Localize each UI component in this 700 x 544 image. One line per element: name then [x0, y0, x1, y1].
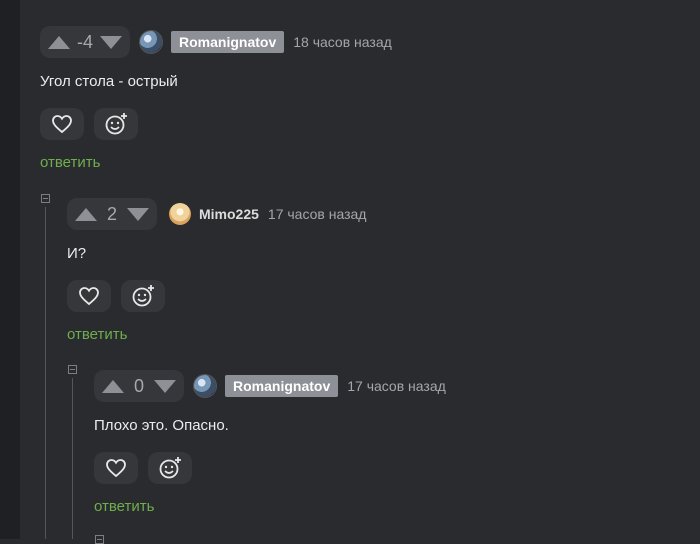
author-name[interactable]: Mimo225	[199, 206, 259, 222]
comment-time[interactable]: 17 часов назад	[268, 206, 367, 222]
heart-icon	[52, 115, 72, 134]
upvote-icon[interactable]	[75, 207, 97, 221]
comment-text: Угол стола - острый	[40, 73, 178, 90]
comment-header: 0 Romanignatov 17 часов назад	[94, 370, 684, 402]
comment-actions	[40, 108, 680, 140]
avatar[interactable]	[169, 203, 191, 225]
comment-time[interactable]: 18 часов назад	[293, 34, 392, 50]
avatar[interactable]	[140, 31, 162, 53]
avatar[interactable]	[194, 375, 216, 397]
comment-time[interactable]: 17 часов назад	[347, 378, 446, 394]
comment-2: 2 Mimo225 17 часов назад И? ответить	[67, 198, 677, 343]
collapse-icon[interactable]	[95, 535, 104, 544]
left-strip	[0, 0, 20, 539]
add-reaction-button[interactable]	[148, 452, 192, 484]
downvote-icon[interactable]	[127, 207, 149, 221]
vote-widget: -4	[40, 26, 130, 58]
emoji-add-icon	[132, 285, 154, 307]
downvote-icon[interactable]	[154, 379, 176, 393]
comment-header: -4 Romanignatov 18 часов назад	[40, 26, 680, 58]
comment-text: Плохо это. Опасно.	[94, 417, 229, 434]
like-button[interactable]	[94, 452, 138, 484]
upvote-icon[interactable]	[102, 379, 124, 393]
like-button[interactable]	[40, 108, 84, 140]
comment-1: -4 Romanignatov 18 часов назад Угол стол…	[40, 26, 680, 171]
reply-link[interactable]: ответить	[67, 326, 677, 343]
emoji-add-icon	[159, 457, 181, 479]
add-reaction-button[interactable]	[121, 280, 165, 312]
vote-widget: 2	[67, 198, 157, 230]
heart-icon	[106, 459, 126, 478]
vote-score: 0	[133, 375, 144, 396]
vote-widget: 0	[94, 370, 184, 402]
collapse-icon[interactable]	[41, 194, 50, 203]
author-name[interactable]: Romanignatov	[171, 31, 285, 53]
emoji-add-icon	[105, 113, 127, 135]
author-name[interactable]: Romanignatov	[225, 375, 339, 397]
comment-actions	[94, 452, 684, 484]
downvote-icon[interactable]	[100, 35, 122, 49]
collapse-icon[interactable]	[68, 365, 77, 374]
comment-actions	[67, 280, 677, 312]
thread-line[interactable]	[72, 378, 73, 539]
reply-link[interactable]: ответить	[94, 498, 684, 515]
add-reaction-button[interactable]	[94, 108, 138, 140]
upvote-icon[interactable]	[48, 35, 70, 49]
vote-score: 2	[106, 203, 117, 224]
comment-text: И?	[67, 245, 87, 262]
reply-link[interactable]: ответить	[40, 154, 680, 171]
comment-3: 0 Romanignatov 17 часов назад Плохо это.…	[94, 370, 684, 515]
like-button[interactable]	[67, 280, 111, 312]
heart-icon	[79, 287, 99, 306]
comment-header: 2 Mimo225 17 часов назад	[67, 198, 677, 230]
vote-score: -4	[76, 31, 93, 52]
thread-line[interactable]	[45, 207, 46, 539]
